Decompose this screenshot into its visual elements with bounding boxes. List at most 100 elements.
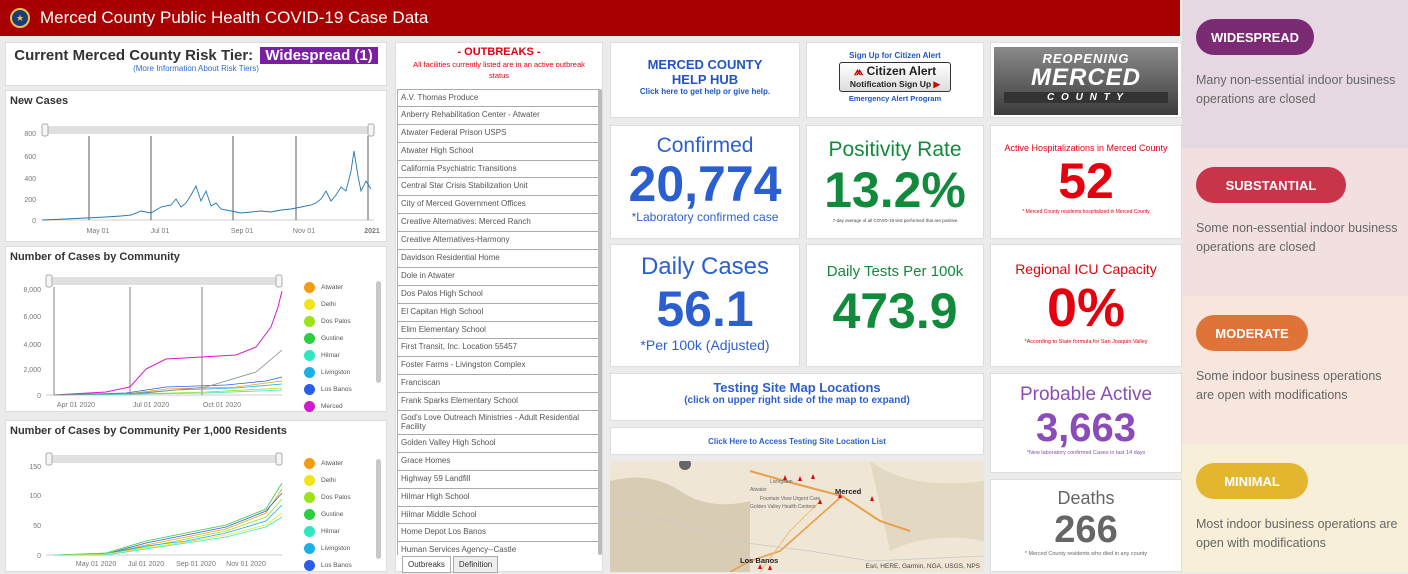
outbreak-item[interactable]: Central Star Crisis Stabilization Unit xyxy=(397,178,600,197)
outbreak-item[interactable]: God's Love Outreach Ministries - Adult R… xyxy=(397,411,600,436)
svg-text:50: 50 xyxy=(33,523,41,530)
legend-item[interactable]: Merced xyxy=(304,398,380,415)
legend-item[interactable]: Delhi xyxy=(304,296,380,313)
svg-text:0: 0 xyxy=(37,393,41,400)
outbreak-item[interactable]: California Psychiatric Transitions xyxy=(397,160,600,179)
outbreak-item[interactable]: A.V. Thomas Produce xyxy=(397,89,600,107)
testing-map-title: Testing Site Map Locations xyxy=(713,380,881,395)
outbreak-item[interactable]: Foster Farms - Livingston Complex xyxy=(397,357,600,376)
help-hub-card[interactable]: MERCED COUNTY HELP HUB Click here to get… xyxy=(610,42,800,118)
outbreaks-subtitle: All facilities currently listed are in a… xyxy=(413,60,585,80)
outbreak-item[interactable]: Grace Homes xyxy=(397,452,600,471)
outbreak-item[interactable]: First Transit, Inc. Location 55457 xyxy=(397,339,600,358)
outbreak-item[interactable]: Golden Valley High School xyxy=(397,435,600,453)
legend-item[interactable]: Los Banos xyxy=(304,557,380,574)
outbreak-item[interactable]: Highway 59 Landfill xyxy=(397,470,600,489)
risk-tier-value: Widespread (1) xyxy=(260,47,378,64)
tier-widespread: WIDESPREAD Many non-essential indoor busi… xyxy=(1182,0,1408,148)
deaths-note: * Merced County residents who died in an… xyxy=(1024,551,1148,557)
legend-item[interactable]: Livingston xyxy=(304,540,380,557)
outbreak-item[interactable]: Atwater High School xyxy=(397,142,600,161)
outbreak-item[interactable]: Creative Alternatives: Merced Ranch xyxy=(397,214,600,233)
map-label-merced: Merced xyxy=(835,487,862,496)
outbreak-item[interactable]: Elim Elementary School xyxy=(397,321,600,340)
citizen-alert-card[interactable]: Sign Up for Citizen Alert ⩕ Citizen Aler… xyxy=(806,42,984,118)
svg-text:Sep 01 2020: Sep 01 2020 xyxy=(176,561,216,568)
legend-swatch xyxy=(304,475,315,486)
testing-site-map[interactable]: Merced Los Banos Fountain View Urgent Ca… xyxy=(610,461,984,572)
deaths-title: Deaths xyxy=(1057,488,1115,508)
legend-label: Los Banos xyxy=(321,562,352,569)
citizen-alert-top: Sign Up for Citizen Alert xyxy=(849,51,941,60)
hospitalizations-card: Active Hospitalizations in Merced County… xyxy=(990,125,1182,239)
confirmed-title: Confirmed xyxy=(656,134,754,157)
outbreak-item[interactable]: Anberry Rehabilitation Center - Atwater xyxy=(397,106,600,125)
tier-description: Most indoor business operations are open… xyxy=(1196,517,1398,550)
legend-item[interactable]: Gustine xyxy=(304,506,380,523)
x-tick: May 01 xyxy=(87,228,110,235)
testing-list-link-card[interactable]: Click Here to Access Testing Site Locati… xyxy=(610,427,984,455)
icu-value: 0% xyxy=(1046,278,1126,338)
legend-swatch xyxy=(304,509,315,520)
outbreak-item[interactable]: Dos Palos High School xyxy=(397,285,600,304)
outbreaks-scrollbar[interactable] xyxy=(598,89,602,555)
new-cases-chart: New Cases 800 600 400 200 0 May 01 Jul 0… xyxy=(5,90,387,242)
legend-label: Gustine xyxy=(321,511,344,518)
legend-swatch xyxy=(304,458,315,469)
legend-label: Dos Palos xyxy=(321,318,351,325)
legend-label: Hilmar xyxy=(321,352,340,359)
daily-cases-title: Daily Cases xyxy=(640,253,770,280)
map-label-los-banos: Los Banos xyxy=(740,556,778,565)
tier-substantial: SUBSTANTIAL Some non-essential indoor bus… xyxy=(1182,148,1408,296)
reopening-card[interactable]: REOPENING MERCED C O U N T Y xyxy=(990,42,1182,118)
legend-item[interactable]: Dos Palos xyxy=(304,313,380,330)
citizen-alert-signup: Notification Sign Up xyxy=(849,79,932,89)
testing-list-link[interactable]: Click Here to Access Testing Site Locati… xyxy=(611,437,983,446)
legend-item[interactable]: Atwater xyxy=(304,455,380,472)
legend-item[interactable]: Atwater xyxy=(304,279,380,296)
svg-text:150: 150 xyxy=(29,464,41,471)
outbreak-item[interactable]: Dole in Atwater xyxy=(397,267,600,286)
map-label-atwater: Atwater xyxy=(750,487,767,493)
community-legend: Atwater Delhi Dos Palos Gustine Hilmar Living… xyxy=(304,279,380,415)
outbreaks-list[interactable]: A.V. Thomas Produce Anberry Rehabilitatio… xyxy=(397,89,600,555)
play-arrow-icon: ▶ xyxy=(933,79,941,89)
legend-item[interactable]: Hilmar xyxy=(304,347,380,364)
tab-outbreaks[interactable]: Outbreaks xyxy=(402,556,451,573)
outbreak-item[interactable]: Hilmar Middle School xyxy=(397,506,600,525)
outbreak-item[interactable]: Human Services Agency--Castle xyxy=(397,542,600,555)
outbreak-item[interactable]: Franciscan xyxy=(397,375,600,394)
svg-text:0: 0 xyxy=(37,553,41,560)
outbreak-item[interactable]: City of Merced Government Offices xyxy=(397,196,600,215)
outbreak-item[interactable]: Home Depot Los Banos xyxy=(397,524,600,543)
legend-item[interactable]: Gustine xyxy=(304,330,380,347)
y-tick: 800 xyxy=(24,131,36,138)
reopening-line3: C O U N T Y xyxy=(1004,92,1168,103)
confirmed-value: 20,774 xyxy=(628,156,782,212)
outbreak-item[interactable]: Hilmar High School xyxy=(397,488,600,507)
legend-swatch xyxy=(304,384,315,395)
outbreak-item[interactable]: Davidson Residential Home xyxy=(397,250,600,268)
daily-tests-value: 473.9 xyxy=(832,283,958,339)
legend-item[interactable]: Hilmar xyxy=(304,523,380,540)
probable-title: Probable Active xyxy=(1019,384,1153,405)
outbreak-item[interactable]: Creative Alternatives-Harmony xyxy=(397,232,600,251)
outbreak-item[interactable]: El Capitan High School xyxy=(397,303,600,322)
legend-swatch xyxy=(304,367,315,378)
legend-item[interactable]: Delhi xyxy=(304,472,380,489)
legend-label: Livingston xyxy=(321,545,351,552)
citizen-alert-bottom: Emergency Alert Program xyxy=(848,94,942,103)
legend-item[interactable]: Dos Palos xyxy=(304,489,380,506)
svg-text:Jul 01 2020: Jul 01 2020 xyxy=(133,402,169,409)
outbreak-item[interactable]: Atwater Federal Prison USPS xyxy=(397,124,600,143)
legend-swatch xyxy=(304,282,315,293)
risk-tier-link[interactable]: (More Information About Risk Tiers) xyxy=(6,64,386,73)
outbreak-item[interactable]: Frank Sparks Elementary School xyxy=(397,393,600,412)
risk-tier-panel: Current Merced County Risk Tier: Widespr… xyxy=(5,42,387,86)
hospitalizations-value: 52 xyxy=(1058,153,1114,209)
svg-text:8,000: 8,000 xyxy=(23,287,41,294)
legend-item[interactable]: Livingston xyxy=(304,364,380,381)
tab-definition[interactable]: Definition xyxy=(452,556,499,573)
daily-cases-value: 56.1 xyxy=(656,281,754,337)
legend-item[interactable]: Los Banos xyxy=(304,381,380,398)
